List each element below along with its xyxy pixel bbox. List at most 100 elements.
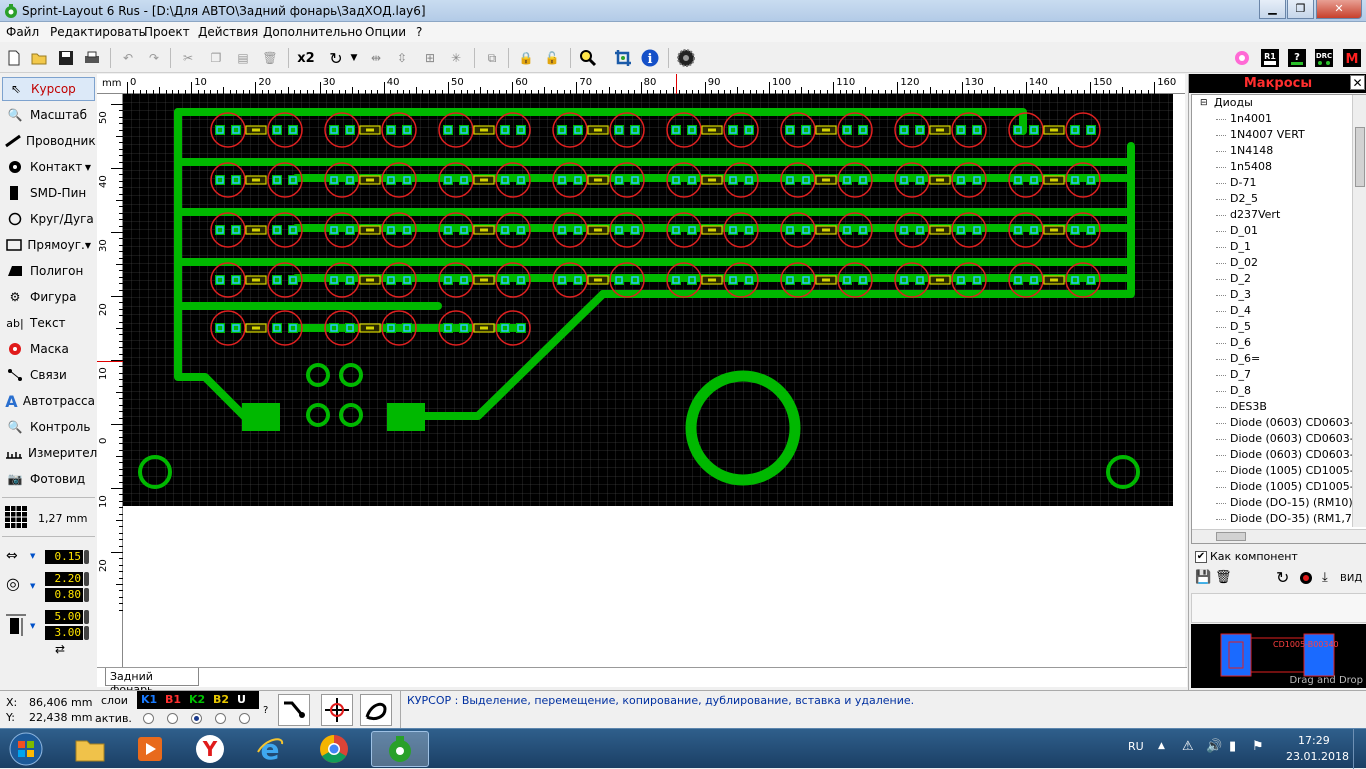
tree-scroll-thumb[interactable]	[1355, 127, 1365, 187]
resistor-footprint[interactable]	[245, 225, 267, 235]
clock-time[interactable]: 17:29	[1298, 734, 1330, 747]
macro-tree-item[interactable]: D_5	[1230, 319, 1251, 335]
tool-track[interactable]: Проводник	[2, 129, 96, 153]
lock-button[interactable]: 🔒	[516, 48, 536, 68]
tab-rear-light[interactable]: Задний фонарь	[105, 668, 199, 696]
menu-help[interactable]: ?	[416, 25, 422, 39]
show-hidden-icons[interactable]: ▲	[1158, 741, 1165, 751]
drc-button[interactable]: DRC	[1314, 48, 1334, 68]
menu-extra[interactable]: Дополнительно	[263, 25, 363, 39]
track-width-spinner[interactable]	[84, 550, 89, 564]
mirror-h-button[interactable]: ⇹	[366, 48, 386, 68]
redo-button[interactable]: ↷	[144, 48, 164, 68]
resistor-footprint[interactable]	[359, 225, 381, 235]
macro-record-button[interactable]	[1300, 572, 1312, 584]
tool-zoom[interactable]: 🔍 Масштаб	[2, 103, 95, 127]
macro-m-button[interactable]: M	[1342, 48, 1362, 68]
pcb-board[interactable]	[123, 94, 1173, 506]
maximize-button[interactable]: ❐	[1287, 0, 1314, 19]
smd-height-spinner[interactable]	[84, 626, 89, 640]
macro-tree-item[interactable]: 1N4148	[1230, 143, 1273, 159]
resistor-footprint[interactable]	[587, 175, 609, 185]
macro-tree-item[interactable]: Diode (0603) CD0603-Z5	[1230, 431, 1366, 447]
tool-autoroute[interactable]: A Автотрасса	[2, 389, 95, 413]
taskbar-yandex-browser[interactable]: Y	[181, 731, 239, 767]
resistor-footprint[interactable]	[701, 275, 723, 285]
smd-height-value[interactable]: 3.00	[45, 626, 83, 640]
pad-inner-value[interactable]: 0.80	[45, 588, 83, 602]
tool-photoview[interactable]: 📷 Фотовид	[2, 467, 95, 491]
active-layer-radio-k2[interactable]	[191, 713, 202, 724]
macro-tree-item[interactable]: 1n5408	[1230, 159, 1272, 175]
chevron-down-icon[interactable]: ▼	[85, 163, 91, 172]
crosshair-button[interactable]	[321, 694, 353, 726]
resistor-footprint[interactable]	[359, 175, 381, 185]
resistor-footprint[interactable]	[587, 275, 609, 285]
resistor-footprint[interactable]	[1043, 175, 1065, 185]
active-layer-radio-b2[interactable]	[215, 713, 226, 724]
tree-scrollbar[interactable]	[1352, 95, 1366, 527]
active-layer-radio-k1[interactable]	[143, 713, 154, 724]
multiply-button[interactable]: x2	[296, 48, 316, 68]
resistor-footprint[interactable]	[473, 125, 495, 135]
save-button[interactable]	[56, 48, 76, 68]
macro-tree-item[interactable]: D_8	[1230, 383, 1251, 399]
pad-inner-spinner[interactable]	[84, 588, 89, 602]
macro-panel-close-button[interactable]: ✕	[1350, 75, 1365, 90]
macro-tree-item[interactable]: Diode (DO-35) (RM1,75)	[1230, 511, 1363, 527]
layer-toggle-k2[interactable]: K2	[189, 693, 205, 706]
macro-tree-item[interactable]: DES3B	[1230, 399, 1267, 415]
undo-button[interactable]: ↶	[118, 48, 138, 68]
flag-icon[interactable]: ⚑	[1252, 739, 1264, 754]
resistor-footprint[interactable]	[815, 125, 837, 135]
resistor-footprint[interactable]	[1043, 225, 1065, 235]
taskbar-sprint-layout[interactable]	[371, 731, 429, 767]
macro-tree-item[interactable]: D_1	[1230, 239, 1251, 255]
tool-mask[interactable]: Маска	[2, 337, 95, 361]
minimize-button[interactable]: ▁	[1259, 0, 1286, 19]
unlock-button[interactable]: 🔓	[542, 48, 562, 68]
help-component-button[interactable]: ?	[1287, 48, 1307, 68]
tool-measure[interactable]: Измеритель	[2, 441, 104, 465]
resistor-footprint[interactable]	[929, 125, 951, 135]
macro-tree-item[interactable]: D_3	[1230, 287, 1251, 303]
tool-polygon[interactable]: Полигон	[2, 259, 95, 283]
menu-options[interactable]: Опции	[365, 25, 406, 39]
macro-tree-item[interactable]: d237Vert	[1230, 207, 1280, 223]
network-warning-icon[interactable]: ⚠	[1182, 739, 1194, 754]
macro-tree-item[interactable]: D-71	[1230, 175, 1256, 191]
paste-button[interactable]: ▤	[233, 48, 253, 68]
show-desktop-button[interactable]	[1353, 729, 1366, 769]
resistor-footprint[interactable]	[815, 225, 837, 235]
macro-tree-item[interactable]: D_6=	[1230, 351, 1260, 367]
resistor-footprint[interactable]	[1043, 125, 1065, 135]
macro-tree[interactable]: ⊟ Диоды 1n4001 1N4007 VERT 1N4148 1n5408 D-7…	[1191, 94, 1366, 544]
signal-icon[interactable]: ▮	[1229, 739, 1236, 754]
resistor-footprint[interactable]	[815, 175, 837, 185]
resistor-footprint[interactable]	[701, 175, 723, 185]
volume-icon[interactable]: 🔊	[1206, 739, 1222, 754]
smd-pad-left[interactable]	[242, 403, 280, 431]
resistor-footprint[interactable]	[245, 275, 267, 285]
tool-smd[interactable]: SMD-Пин	[2, 181, 95, 205]
tool-connections[interactable]: Связи	[2, 363, 95, 387]
resistor-footprint[interactable]	[473, 225, 495, 235]
resistor-footprint[interactable]	[815, 275, 837, 285]
macro-tree-item[interactable]: D_7	[1230, 367, 1251, 383]
grid-size-label[interactable]: 1,27 mm	[38, 512, 87, 525]
resistor-footprint[interactable]	[473, 175, 495, 185]
start-button[interactable]	[5, 731, 47, 767]
smd-pad-right[interactable]	[387, 403, 425, 431]
resistor-footprint[interactable]	[929, 175, 951, 185]
menu-actions[interactable]: Действия	[198, 25, 258, 39]
macro-tree-item[interactable]: D_6	[1230, 335, 1251, 351]
tree-group-diodes[interactable]: Диоды	[1214, 95, 1253, 111]
macro-view-button[interactable]: ВИД	[1340, 573, 1362, 584]
rotate-dropdown[interactable]: ▼	[344, 48, 364, 68]
crop-button[interactable]	[613, 48, 633, 68]
chevron-down-icon[interactable]: ▼	[30, 622, 35, 630]
delete-button[interactable]: 🗑	[260, 48, 280, 68]
swap-icon[interactable]: ⇄	[55, 642, 65, 656]
macro-reload-button[interactable]: ↻	[1276, 568, 1289, 587]
new-file-button[interactable]	[4, 48, 24, 68]
